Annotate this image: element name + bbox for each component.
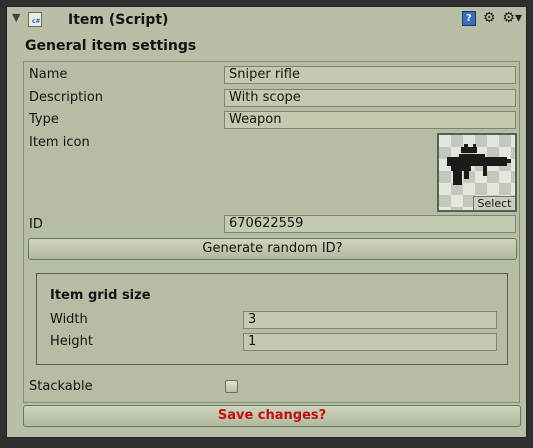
section-title: General item settings bbox=[25, 38, 197, 54]
stackable-checkbox[interactable] bbox=[225, 380, 238, 393]
header-icons: ? ⚙ ⚙▾ bbox=[461, 11, 522, 26]
height-field[interactable]: 1 bbox=[243, 333, 497, 351]
item-grid-size-title: Item grid size bbox=[50, 288, 151, 303]
item-icon-picker[interactable]: Select bbox=[437, 133, 517, 212]
description-field[interactable]: With scope bbox=[224, 89, 516, 107]
generate-random-id-button[interactable]: Generate random ID? bbox=[28, 238, 517, 260]
name-field[interactable]: Sniper rifle bbox=[224, 66, 516, 84]
foldout-triangle-icon[interactable]: ▼ bbox=[12, 11, 20, 24]
cs-script-icon: c# bbox=[28, 12, 42, 27]
component-title: Item (Script) bbox=[68, 12, 169, 28]
sniper-rifle-icon bbox=[447, 144, 511, 185]
presets-icon[interactable]: ⚙ bbox=[483, 11, 496, 26]
gear-icon[interactable]: ⚙▾ bbox=[502, 11, 522, 26]
width-label: Width bbox=[50, 312, 88, 327]
select-icon-button[interactable]: Select bbox=[473, 196, 515, 210]
component-header[interactable]: ▼ c# Item (Script) ? ⚙ ⚙▾ bbox=[7, 7, 526, 33]
id-label: ID bbox=[29, 217, 43, 232]
stackable-label: Stackable bbox=[29, 379, 93, 394]
item-icon-label: Item icon bbox=[29, 135, 90, 150]
id-field[interactable]: 670622559 bbox=[224, 215, 516, 233]
description-label: Description bbox=[29, 90, 104, 105]
name-label: Name bbox=[29, 67, 68, 82]
save-changes-button[interactable]: Save changes? bbox=[23, 405, 521, 427]
inspector-panel: ▼ c# Item (Script) ? ⚙ ⚙▾ General item s… bbox=[6, 6, 527, 438]
height-label: Height bbox=[50, 334, 93, 349]
help-icon[interactable]: ? bbox=[461, 11, 476, 26]
type-label: Type bbox=[29, 112, 59, 127]
width-field[interactable]: 3 bbox=[243, 311, 497, 329]
type-field[interactable]: Weapon bbox=[224, 111, 516, 129]
